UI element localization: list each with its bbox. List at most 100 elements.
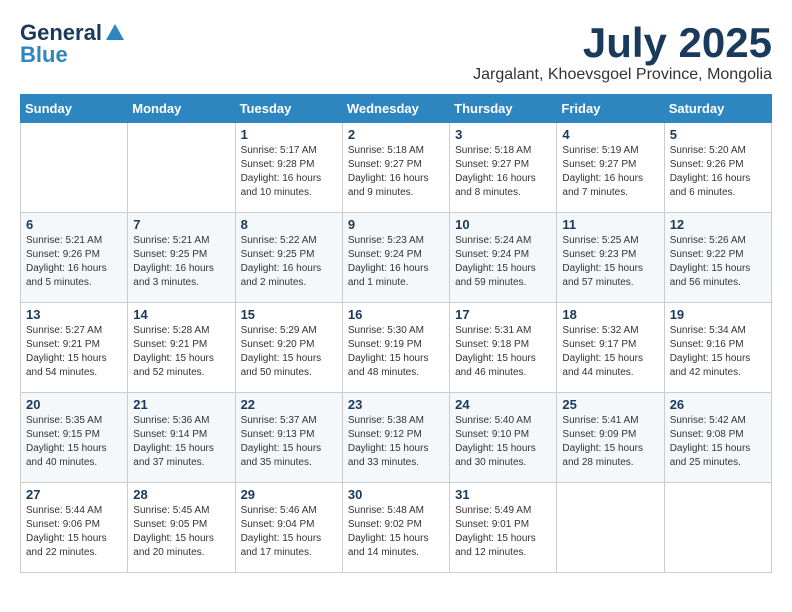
day-number: 18 <box>562 307 658 322</box>
day-info: Sunrise: 5:25 AM Sunset: 9:23 PM Dayligh… <box>562 234 658 290</box>
daylight-hours: Daylight: 16 hours and 8 minutes. <box>455 172 551 200</box>
sunrise-time: Sunrise: 5:28 AM <box>133 324 229 338</box>
sunset-time: Sunset: 9:28 PM <box>241 158 337 172</box>
day-info: Sunrise: 5:34 AM Sunset: 9:16 PM Dayligh… <box>670 324 766 380</box>
daylight-hours: Daylight: 15 hours and 17 minutes. <box>241 532 337 560</box>
sunset-time: Sunset: 9:01 PM <box>455 518 551 532</box>
sunset-time: Sunset: 9:21 PM <box>133 338 229 352</box>
calendar-cell: 16 Sunrise: 5:30 AM Sunset: 9:19 PM Dayl… <box>342 303 449 393</box>
calendar-cell: 11 Sunrise: 5:25 AM Sunset: 9:23 PM Dayl… <box>557 213 664 303</box>
sunrise-time: Sunrise: 5:24 AM <box>455 234 551 248</box>
calendar-cell: 13 Sunrise: 5:27 AM Sunset: 9:21 PM Dayl… <box>21 303 128 393</box>
calendar-cell <box>128 123 235 213</box>
daylight-hours: Daylight: 15 hours and 57 minutes. <box>562 262 658 290</box>
daylight-hours: Daylight: 15 hours and 22 minutes. <box>26 532 122 560</box>
day-number: 19 <box>670 307 766 322</box>
sunrise-time: Sunrise: 5:34 AM <box>670 324 766 338</box>
daylight-hours: Daylight: 15 hours and 12 minutes. <box>455 532 551 560</box>
month-title: July 2025 <box>473 20 772 66</box>
sunrise-time: Sunrise: 5:45 AM <box>133 504 229 518</box>
day-number: 15 <box>241 307 337 322</box>
day-number: 31 <box>455 487 551 502</box>
calendar-cell: 24 Sunrise: 5:40 AM Sunset: 9:10 PM Dayl… <box>450 393 557 483</box>
calendar-cell: 31 Sunrise: 5:49 AM Sunset: 9:01 PM Dayl… <box>450 483 557 573</box>
day-info: Sunrise: 5:22 AM Sunset: 9:25 PM Dayligh… <box>241 234 337 290</box>
day-number: 14 <box>133 307 229 322</box>
calendar-cell: 6 Sunrise: 5:21 AM Sunset: 9:26 PM Dayli… <box>21 213 128 303</box>
calendar-cell <box>557 483 664 573</box>
sunset-time: Sunset: 9:18 PM <box>455 338 551 352</box>
day-number: 9 <box>348 217 444 232</box>
calendar-cell: 28 Sunrise: 5:45 AM Sunset: 9:05 PM Dayl… <box>128 483 235 573</box>
sunset-time: Sunset: 9:27 PM <box>455 158 551 172</box>
sunset-time: Sunset: 9:08 PM <box>670 428 766 442</box>
sunset-time: Sunset: 9:13 PM <box>241 428 337 442</box>
weekday-header-friday: Friday <box>557 95 664 123</box>
sunrise-time: Sunrise: 5:25 AM <box>562 234 658 248</box>
day-info: Sunrise: 5:41 AM Sunset: 9:09 PM Dayligh… <box>562 414 658 470</box>
calendar-cell: 20 Sunrise: 5:35 AM Sunset: 9:15 PM Dayl… <box>21 393 128 483</box>
daylight-hours: Daylight: 16 hours and 5 minutes. <box>26 262 122 290</box>
sunset-time: Sunset: 9:09 PM <box>562 428 658 442</box>
calendar-cell: 25 Sunrise: 5:41 AM Sunset: 9:09 PM Dayl… <box>557 393 664 483</box>
sunset-time: Sunset: 9:27 PM <box>348 158 444 172</box>
calendar-cell: 27 Sunrise: 5:44 AM Sunset: 9:06 PM Dayl… <box>21 483 128 573</box>
day-number: 20 <box>26 397 122 412</box>
daylight-hours: Daylight: 15 hours and 14 minutes. <box>348 532 444 560</box>
sunset-time: Sunset: 9:02 PM <box>348 518 444 532</box>
daylight-hours: Daylight: 15 hours and 46 minutes. <box>455 352 551 380</box>
sunrise-time: Sunrise: 5:42 AM <box>670 414 766 428</box>
sunrise-time: Sunrise: 5:48 AM <box>348 504 444 518</box>
day-info: Sunrise: 5:18 AM Sunset: 9:27 PM Dayligh… <box>455 144 551 200</box>
sunrise-time: Sunrise: 5:30 AM <box>348 324 444 338</box>
calendar-cell: 4 Sunrise: 5:19 AM Sunset: 9:27 PM Dayli… <box>557 123 664 213</box>
day-info: Sunrise: 5:31 AM Sunset: 9:18 PM Dayligh… <box>455 324 551 380</box>
sunrise-time: Sunrise: 5:46 AM <box>241 504 337 518</box>
sunset-time: Sunset: 9:15 PM <box>26 428 122 442</box>
day-info: Sunrise: 5:48 AM Sunset: 9:02 PM Dayligh… <box>348 504 444 560</box>
sunrise-time: Sunrise: 5:23 AM <box>348 234 444 248</box>
day-info: Sunrise: 5:19 AM Sunset: 9:27 PM Dayligh… <box>562 144 658 200</box>
calendar-cell: 18 Sunrise: 5:32 AM Sunset: 9:17 PM Dayl… <box>557 303 664 393</box>
daylight-hours: Daylight: 16 hours and 2 minutes. <box>241 262 337 290</box>
daylight-hours: Daylight: 15 hours and 50 minutes. <box>241 352 337 380</box>
day-info: Sunrise: 5:38 AM Sunset: 9:12 PM Dayligh… <box>348 414 444 470</box>
daylight-hours: Daylight: 16 hours and 10 minutes. <box>241 172 337 200</box>
sunrise-time: Sunrise: 5:19 AM <box>562 144 658 158</box>
day-info: Sunrise: 5:45 AM Sunset: 9:05 PM Dayligh… <box>133 504 229 560</box>
calendar-cell <box>664 483 771 573</box>
sunset-time: Sunset: 9:16 PM <box>670 338 766 352</box>
daylight-hours: Daylight: 15 hours and 25 minutes. <box>670 442 766 470</box>
day-info: Sunrise: 5:24 AM Sunset: 9:24 PM Dayligh… <box>455 234 551 290</box>
daylight-hours: Daylight: 15 hours and 59 minutes. <box>455 262 551 290</box>
sunrise-time: Sunrise: 5:40 AM <box>455 414 551 428</box>
page-header: General Blue July 2025 Jargalant, Khoevs… <box>20 20 772 84</box>
sunset-time: Sunset: 9:25 PM <box>133 248 229 262</box>
day-number: 25 <box>562 397 658 412</box>
calendar-cell: 3 Sunrise: 5:18 AM Sunset: 9:27 PM Dayli… <box>450 123 557 213</box>
day-number: 8 <box>241 217 337 232</box>
daylight-hours: Daylight: 16 hours and 7 minutes. <box>562 172 658 200</box>
day-number: 17 <box>455 307 551 322</box>
sunrise-time: Sunrise: 5:17 AM <box>241 144 337 158</box>
day-number: 5 <box>670 127 766 142</box>
calendar-table: SundayMondayTuesdayWednesdayThursdayFrid… <box>20 94 772 573</box>
day-number: 16 <box>348 307 444 322</box>
day-info: Sunrise: 5:20 AM Sunset: 9:26 PM Dayligh… <box>670 144 766 200</box>
daylight-hours: Daylight: 15 hours and 28 minutes. <box>562 442 658 470</box>
day-number: 6 <box>26 217 122 232</box>
week-row-4: 20 Sunrise: 5:35 AM Sunset: 9:15 PM Dayl… <box>21 393 772 483</box>
weekday-header-wednesday: Wednesday <box>342 95 449 123</box>
day-info: Sunrise: 5:29 AM Sunset: 9:20 PM Dayligh… <box>241 324 337 380</box>
daylight-hours: Daylight: 15 hours and 35 minutes. <box>241 442 337 470</box>
day-info: Sunrise: 5:46 AM Sunset: 9:04 PM Dayligh… <box>241 504 337 560</box>
day-info: Sunrise: 5:40 AM Sunset: 9:10 PM Dayligh… <box>455 414 551 470</box>
day-number: 2 <box>348 127 444 142</box>
day-number: 28 <box>133 487 229 502</box>
calendar-cell: 12 Sunrise: 5:26 AM Sunset: 9:22 PM Dayl… <box>664 213 771 303</box>
calendar-cell: 9 Sunrise: 5:23 AM Sunset: 9:24 PM Dayli… <box>342 213 449 303</box>
sunrise-time: Sunrise: 5:41 AM <box>562 414 658 428</box>
sunrise-time: Sunrise: 5:38 AM <box>348 414 444 428</box>
weekday-header-tuesday: Tuesday <box>235 95 342 123</box>
calendar-cell: 21 Sunrise: 5:36 AM Sunset: 9:14 PM Dayl… <box>128 393 235 483</box>
